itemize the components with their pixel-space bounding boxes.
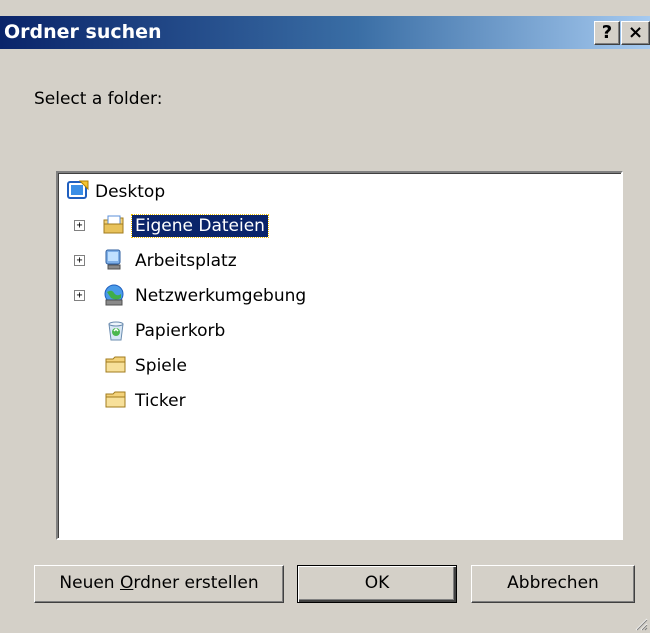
tree-item-label: Netzwerkumgebung <box>135 286 307 306</box>
my-computer-icon <box>105 249 121 270</box>
ok-button[interactable]: OK <box>297 565 457 603</box>
folder-icon <box>105 391 126 408</box>
tree-item-label: Desktop <box>95 182 166 202</box>
my-documents-icon <box>103 215 124 234</box>
tree-item-label: Eigene Dateien <box>131 214 269 238</box>
new-folder-prefix: Neuen <box>59 573 120 593</box>
window-title: Ordner suchen <box>4 21 162 43</box>
desktop-icon <box>67 180 89 199</box>
close-button[interactable]: × <box>621 21 650 45</box>
dialog-prompt: Select a folder: <box>34 89 163 109</box>
title-bar[interactable]: Ordner suchen ? × <box>0 16 650 49</box>
folder-icon <box>105 356 126 373</box>
expand-icon[interactable]: + <box>74 290 85 301</box>
new-folder-button[interactable]: Neuen Ordner erstellen <box>34 565 284 603</box>
tree-item-label: Arbeitsplatz <box>135 251 237 271</box>
folder-tree[interactable]: Desktop + Eigene Dateien + Arbeitsplatz <box>56 171 623 540</box>
new-folder-suffix: rdner erstellen <box>133 573 259 593</box>
tree-item-label: Papierkorb <box>135 321 226 341</box>
recycle-bin-icon <box>108 321 124 341</box>
network-places-icon <box>104 284 124 306</box>
new-folder-mnemonic: O <box>119 573 134 593</box>
resize-grip-icon[interactable] <box>632 615 648 631</box>
expand-icon[interactable]: + <box>74 220 85 231</box>
folder-browser-dialog: Ordner suchen ? × Select a folder: Deskt… <box>0 0 650 633</box>
tree-item-label: Spiele <box>135 356 187 376</box>
cancel-button[interactable]: Abbrechen <box>471 565 635 603</box>
expand-icon[interactable]: + <box>74 255 85 266</box>
help-button[interactable]: ? <box>594 21 620 45</box>
tree-item-label: Ticker <box>135 391 186 411</box>
